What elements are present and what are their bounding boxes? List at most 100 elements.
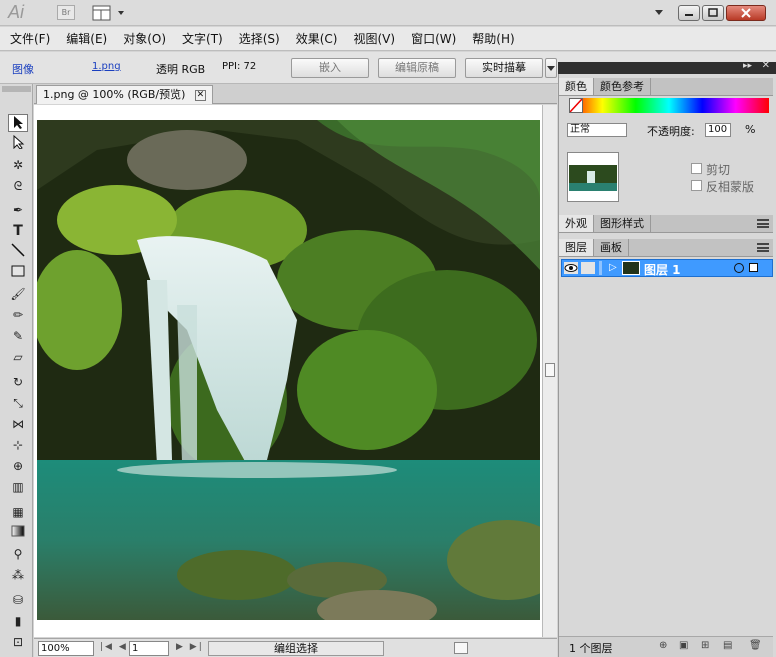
- opacity-field[interactable]: 100: [705, 123, 731, 137]
- embed-button[interactable]: 嵌入: [291, 58, 369, 78]
- magic-wand-tool-icon[interactable]: ✲: [8, 156, 28, 174]
- layer-count: 1 个图层: [569, 642, 613, 655]
- delete-layer-icon[interactable]: 🗑: [749, 640, 762, 651]
- menu-edit[interactable]: 编辑(E): [66, 30, 107, 47]
- collapse-panels-icon[interactable]: ▸▸: [743, 61, 752, 71]
- file-link[interactable]: 1.png: [92, 61, 121, 72]
- symbol-sprayer-tool-icon[interactable]: ⛁: [8, 591, 28, 609]
- layers-menu-icon[interactable]: [757, 243, 769, 252]
- lock-toggle[interactable]: [581, 262, 595, 274]
- panel-menu-icon[interactable]: [757, 219, 769, 228]
- line-tool-icon[interactable]: [8, 243, 28, 261]
- menu-object[interactable]: 对象(O): [123, 30, 166, 47]
- document-tab-title: 1.png @ 100% (RGB/预览): [43, 88, 186, 101]
- edit-original-button[interactable]: 编辑原稿: [378, 58, 456, 78]
- scroll-thumb[interactable]: [545, 363, 555, 377]
- close-tab-icon[interactable]: ✕: [194, 89, 206, 101]
- tab-layers[interactable]: 图层: [559, 239, 594, 256]
- opacity-unit: %: [745, 123, 756, 136]
- workspace-dropdown-icon[interactable]: [654, 6, 664, 20]
- menu-help[interactable]: 帮助(H): [472, 30, 514, 47]
- menu-file[interactable]: 文件(F): [10, 30, 50, 47]
- tab-appearance[interactable]: 外观: [559, 215, 594, 232]
- status-info-field[interactable]: 编组选择: [208, 641, 384, 656]
- opacity-value: 100: [708, 124, 728, 135]
- locate-object-icon[interactable]: ⊕: [659, 640, 667, 651]
- make-clipping-mask-icon[interactable]: ▣: [679, 640, 688, 651]
- invert-mask-label: 反相蒙版: [706, 180, 755, 194]
- blend-mode-select[interactable]: 正常: [567, 123, 627, 137]
- new-sublayer-icon[interactable]: ⊞: [701, 640, 709, 651]
- artboard-tool-icon[interactable]: ⊡: [8, 633, 28, 651]
- pen-tool-icon[interactable]: ✒: [8, 201, 28, 219]
- mask-thumbnail[interactable]: [567, 152, 619, 202]
- layer-name[interactable]: 图层 1: [644, 261, 681, 278]
- shape-builder-tool-icon[interactable]: ⊕: [8, 457, 28, 475]
- paintbrush-tool-icon[interactable]: 🖌: [8, 285, 28, 303]
- vertical-scrollbar[interactable]: [542, 105, 557, 637]
- type-tool-icon[interactable]: T: [8, 222, 28, 240]
- eraser-tool-icon[interactable]: ▱: [8, 348, 28, 366]
- tab-graphic-styles[interactable]: 图形样式: [594, 215, 651, 232]
- direct-selection-tool-icon[interactable]: [8, 134, 28, 153]
- menu-window[interactable]: 窗口(W): [411, 30, 456, 47]
- tab-color[interactable]: 颜色: [559, 78, 594, 95]
- arrange-documents-button[interactable]: [92, 5, 128, 21]
- blend-mode-value: 正常: [570, 124, 590, 135]
- trace-options-dropdown[interactable]: [545, 58, 557, 78]
- layer-row[interactable]: ▷ 图层 1: [561, 259, 773, 277]
- graph-tool-icon[interactable]: ▥: [8, 478, 28, 496]
- menu-effect[interactable]: 效果(C): [296, 30, 338, 47]
- width-tool-icon[interactable]: ⋈: [8, 415, 28, 433]
- invert-mask-checkbox[interactable]: [691, 180, 702, 191]
- blend-tool-icon[interactable]: ⁂: [8, 566, 28, 584]
- eyedropper-tool-icon[interactable]: ⚲: [8, 545, 28, 563]
- rectangle-tool-icon[interactable]: [8, 264, 28, 282]
- color-spectrum[interactable]: [569, 98, 769, 113]
- placed-image[interactable]: [37, 120, 540, 620]
- canvas-area[interactable]: [34, 105, 542, 637]
- arrange-icon: [92, 5, 124, 21]
- appearance-panel-tabs: 外观 图形样式: [559, 215, 773, 233]
- close-button[interactable]: [726, 5, 766, 21]
- rotate-tool-icon[interactable]: ↻: [8, 373, 28, 391]
- expand-triangle-icon[interactable]: ▷: [609, 262, 617, 273]
- menu-select[interactable]: 选择(S): [239, 30, 280, 47]
- new-layer-icon[interactable]: ▤: [723, 640, 732, 651]
- horizontal-scroll-thumb[interactable]: [454, 642, 468, 654]
- column-graph-tool-icon[interactable]: ▮: [8, 612, 28, 630]
- minimize-button[interactable]: [678, 5, 700, 21]
- maximize-button[interactable]: [702, 5, 724, 21]
- target-circle-icon[interactable]: [734, 263, 744, 273]
- pencil-tool-icon[interactable]: ✏: [8, 306, 28, 324]
- scale-tool-icon[interactable]: ⤡: [8, 394, 28, 412]
- selection-square-icon[interactable]: [749, 263, 758, 272]
- app-logo: Ai: [8, 2, 25, 22]
- zoom-field[interactable]: 100%: [38, 641, 94, 656]
- lasso-tool-icon[interactable]: ᘓ: [8, 177, 28, 195]
- free-transform-tool-icon[interactable]: ⊹: [8, 436, 28, 454]
- menu-bar: 文件(F) 编辑(E) 对象(O) 文字(T) 选择(S) 效果(C) 视图(V…: [0, 27, 776, 51]
- clip-checkbox[interactable]: [691, 163, 702, 174]
- panel-dock-header[interactable]: ▸▸ ✕: [558, 60, 776, 74]
- menu-type[interactable]: 文字(T): [182, 30, 223, 47]
- close-panel-icon[interactable]: ✕: [762, 60, 770, 71]
- bridge-button[interactable]: Br: [57, 5, 75, 20]
- menu-view[interactable]: 视图(V): [353, 30, 395, 47]
- visibility-eye-icon[interactable]: [564, 262, 578, 274]
- artboard-number-field[interactable]: 1: [129, 641, 169, 656]
- artboard-nav-next-icon[interactable]: ▶ ▶|: [176, 642, 204, 652]
- zoom-value: 100%: [41, 643, 70, 654]
- blob-brush-tool-icon[interactable]: ✎: [8, 327, 28, 345]
- mesh-tool-icon[interactable]: ▦: [8, 503, 28, 521]
- document-tab[interactable]: 1.png @ 100% (RGB/预览) ✕: [36, 85, 213, 104]
- color-panel-tabs: 颜色 颜色参考: [559, 78, 773, 96]
- tab-artboards[interactable]: 画板: [594, 239, 629, 256]
- live-trace-button[interactable]: 实时描摹: [465, 58, 543, 78]
- selection-tool-icon[interactable]: [8, 114, 28, 132]
- tab-color-guide[interactable]: 颜色参考: [594, 78, 651, 95]
- artboard-nav-prev-icon[interactable]: |◀ ◀: [100, 642, 128, 652]
- none-swatch-icon[interactable]: [569, 98, 583, 113]
- gradient-tool-icon[interactable]: [8, 524, 28, 542]
- toolbox-grip[interactable]: [2, 86, 31, 92]
